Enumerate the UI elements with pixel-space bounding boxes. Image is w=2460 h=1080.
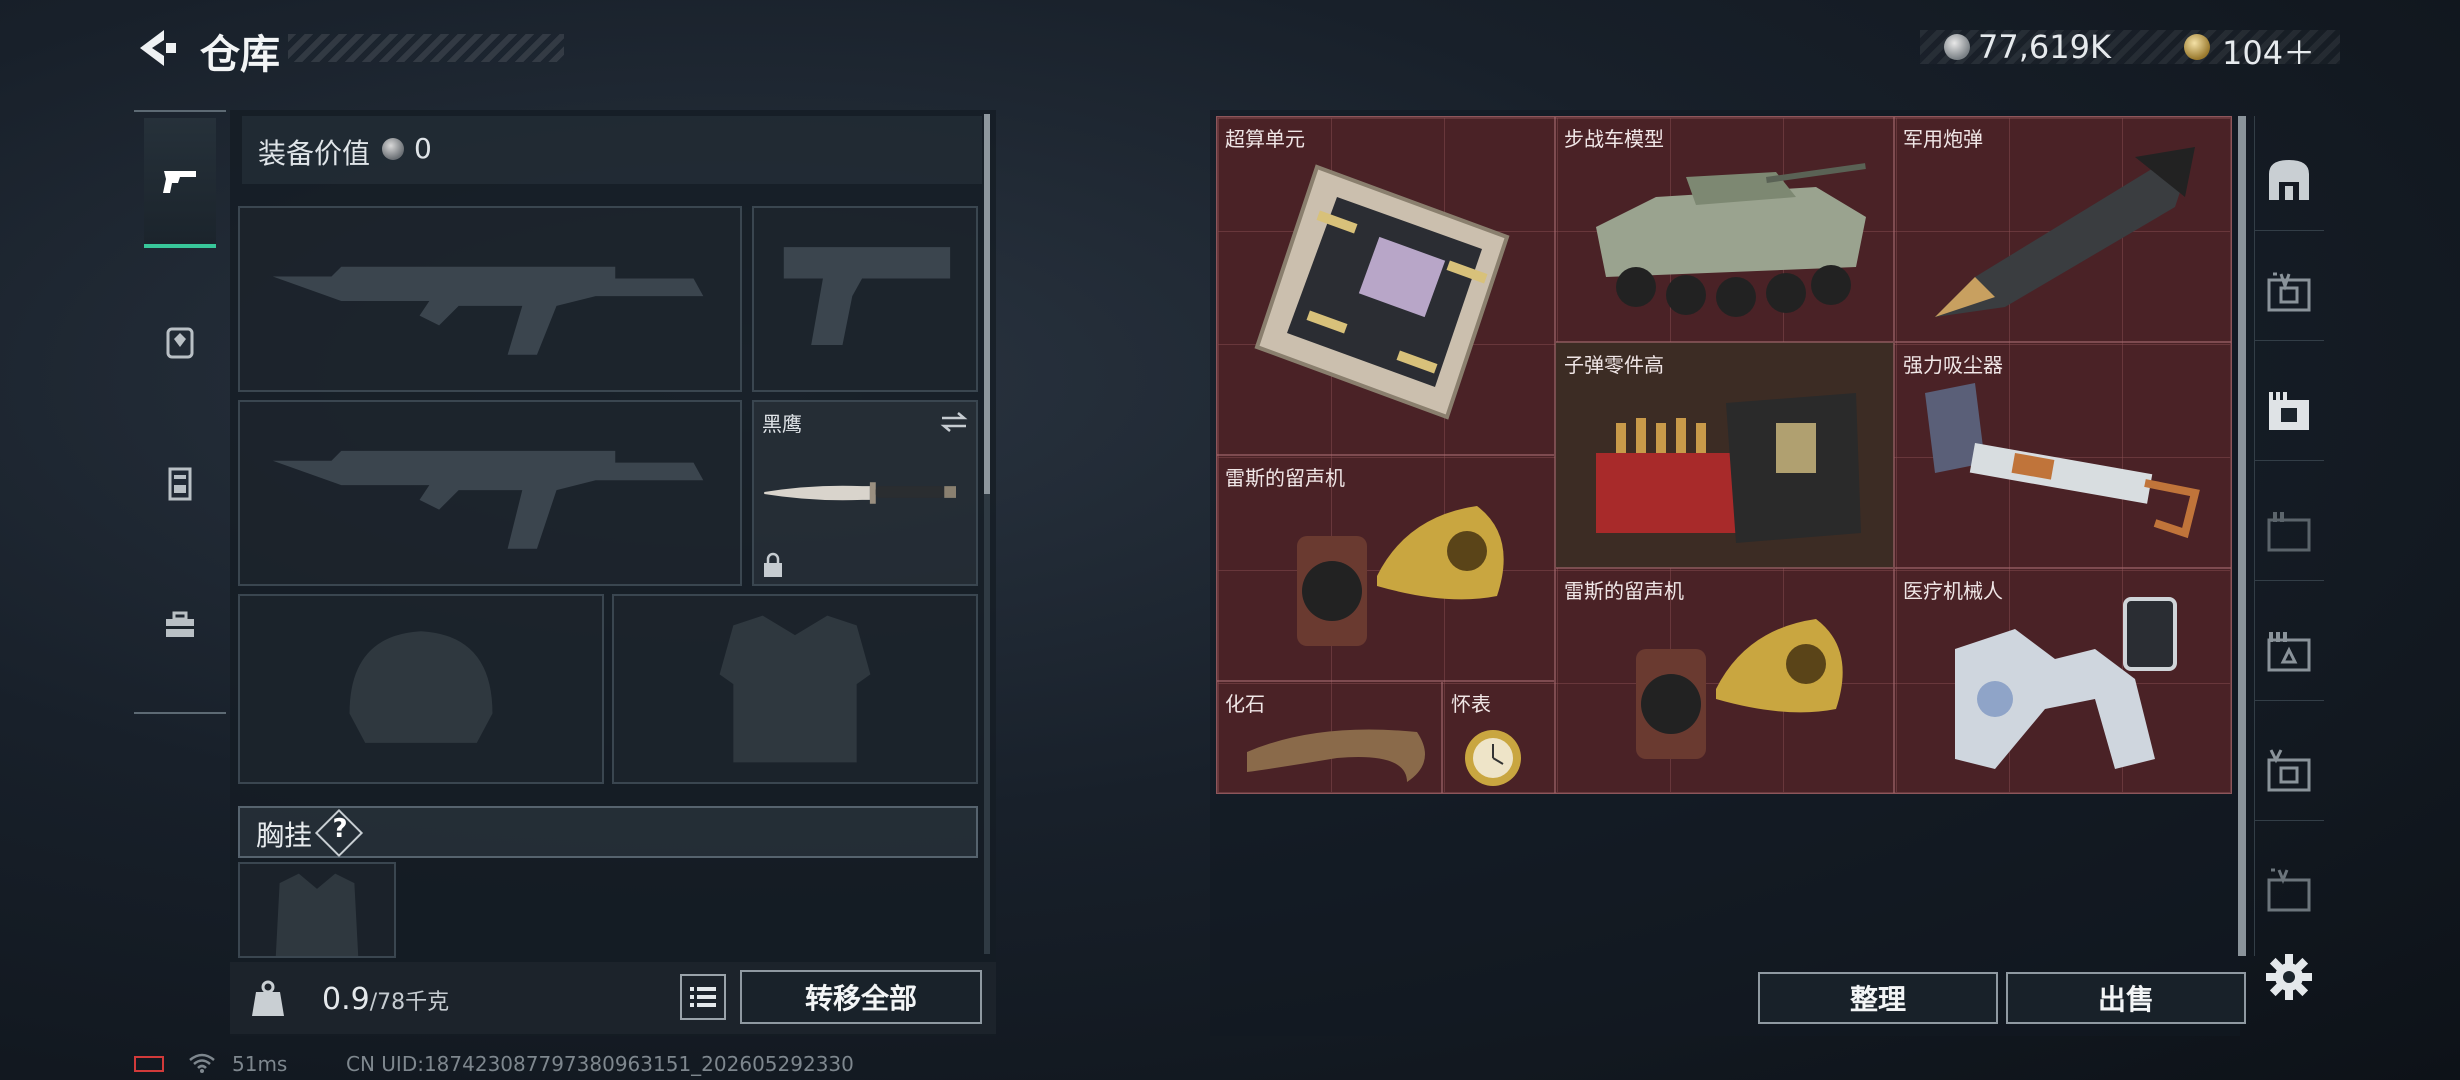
storage-item[interactable]: 雷斯的留声机 xyxy=(1216,455,1555,681)
storage-tab-ii[interactable] xyxy=(2254,480,2324,581)
battery-icon xyxy=(134,1056,164,1072)
body-armor-silhouette-icon xyxy=(719,615,871,763)
carry-weight: 0.9/78千克 xyxy=(322,982,449,1017)
silver-coin-icon xyxy=(382,138,404,160)
chest-rig-slot[interactable] xyxy=(238,862,396,958)
primary-weapon-slot[interactable] xyxy=(238,206,742,392)
gold-amount[interactable]: 104＋ xyxy=(2222,28,2315,74)
transfer-all-button[interactable]: 转移全部 xyxy=(740,970,982,1024)
backpack-icon xyxy=(166,327,194,359)
page-title: 仓库 xyxy=(200,32,280,78)
secondary-weapon-slot[interactable] xyxy=(238,400,742,586)
storage-expansion-iii-icon xyxy=(2269,392,2309,430)
storage-expansion-iv-icon xyxy=(2267,272,2311,312)
gramophone-icon xyxy=(1297,506,1504,646)
list-view-button[interactable] xyxy=(680,974,726,1020)
tab-weapons[interactable] xyxy=(144,118,216,248)
ammo-parts-icon xyxy=(1596,393,1861,543)
back-icon[interactable] xyxy=(134,26,178,70)
ifv-model-icon xyxy=(1596,163,1866,317)
storage-expansion-v-icon xyxy=(2267,749,2311,792)
storage-item[interactable]: 超算单元 xyxy=(1216,116,1555,455)
helmet-slot[interactable] xyxy=(238,594,604,784)
title-stripes xyxy=(288,34,564,62)
storage-tab-iii[interactable] xyxy=(2254,360,2324,461)
storage-tab-iii-alt[interactable] xyxy=(2254,600,2324,701)
storage-expansion-iii-alt-icon xyxy=(2267,632,2311,672)
pistol-slot[interactable] xyxy=(752,206,978,392)
storage-item[interactable]: 化石 xyxy=(1216,681,1442,794)
storage-expansion-iv-alt-icon xyxy=(2267,868,2311,912)
storage-item[interactable]: 军用炮弹 xyxy=(1894,116,2232,342)
storage-tab-v[interactable] xyxy=(2254,720,2324,821)
storage-item[interactable]: 步战车模型 xyxy=(1555,116,1894,342)
list-icon xyxy=(690,987,716,1007)
tab-backpack[interactable] xyxy=(134,276,226,406)
settings-gear-icon[interactable] xyxy=(2264,952,2314,1002)
melee-slot[interactable]: 黑鹰 xyxy=(752,400,978,586)
pocket-watch-icon xyxy=(1465,730,1521,786)
armor-slot[interactable] xyxy=(612,594,978,784)
swap-icon[interactable] xyxy=(938,410,970,434)
lock-icon xyxy=(764,552,782,577)
chest-rig-silhouette-icon xyxy=(275,873,359,956)
vacuum-cleaner-icon xyxy=(1925,383,2200,539)
uid-text: CN UID:187423087797380963151_20260529233… xyxy=(346,1052,854,1076)
fossil-claw-icon xyxy=(1247,729,1425,782)
ping-text: 51ms xyxy=(232,1052,288,1076)
scrollbar-thumb[interactable] xyxy=(2238,116,2246,956)
equipment-value-label: 装备价值 xyxy=(258,137,371,170)
storage-item[interactable]: 怀表 xyxy=(1442,681,1555,794)
storage-item[interactable]: 雷斯的留声机 xyxy=(1555,568,1894,794)
toolbox-icon xyxy=(166,611,194,637)
equipment-value: 0 xyxy=(414,132,432,165)
vest-icon xyxy=(168,467,192,501)
sort-button[interactable]: 整理 xyxy=(1758,972,1998,1024)
weight-max: /78千克 xyxy=(369,990,450,1015)
tab-vest[interactable] xyxy=(134,418,226,548)
rifle-silhouette-icon xyxy=(272,266,704,355)
item-name: 雷斯的留声机 xyxy=(1225,466,1345,490)
pistol-icon xyxy=(163,171,196,193)
help-icon-text: ? xyxy=(332,814,348,844)
loadout-scrollbar[interactable] xyxy=(984,114,990,954)
silver-amount: 77,619K xyxy=(1978,28,2111,66)
storage-item[interactable]: 医疗机械人 xyxy=(1894,568,2232,794)
wifi-icon xyxy=(189,1053,215,1073)
warehouse-icon xyxy=(2269,160,2309,200)
storage-tab-main[interactable] xyxy=(2254,130,2324,231)
storage-tab-iv[interactable] xyxy=(2254,240,2324,341)
artillery-shell-icon xyxy=(1935,147,2195,317)
weight-icon xyxy=(252,980,284,1016)
pistol-silhouette-icon xyxy=(783,247,951,345)
rifle-silhouette-icon xyxy=(272,450,704,549)
sell-button[interactable]: 出售 xyxy=(2006,972,2246,1024)
silver-coin-icon xyxy=(1944,34,1970,60)
storage-scrollbar[interactable] xyxy=(2238,116,2246,956)
scrollbar-thumb[interactable] xyxy=(984,114,990,494)
storage-item[interactable]: 子弹零件高 xyxy=(1555,342,1894,568)
medical-robot-icon xyxy=(1955,597,2177,769)
storage-tab-iv-alt[interactable] xyxy=(2254,840,2324,940)
weight-value: 0.9 xyxy=(322,982,370,1017)
computing-unit-icon xyxy=(1254,164,1510,420)
storage-expansion-ii-icon xyxy=(2267,512,2311,552)
gold-coin-icon xyxy=(2184,34,2210,60)
storage-item[interactable]: 强力吸尘器 xyxy=(1894,342,2232,568)
helmet-silhouette-icon xyxy=(349,631,493,743)
tab-toolbox[interactable] xyxy=(134,560,226,690)
chest-rig-label: 胸挂 xyxy=(256,819,313,852)
item-name: 雷斯的留声机 xyxy=(1564,579,1684,603)
gramophone-icon xyxy=(1636,619,1843,759)
